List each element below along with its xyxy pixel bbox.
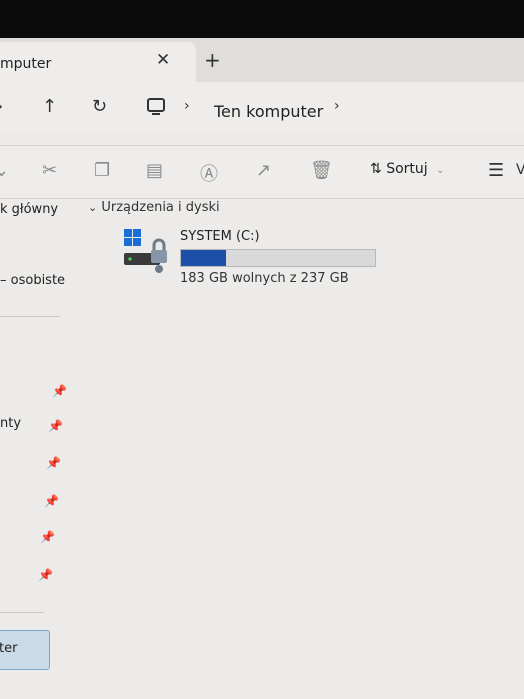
delete-icon[interactable]: 🗑: [310, 160, 333, 181]
sidebar-item-documents[interactable]: nty: [0, 416, 21, 431]
forward-icon[interactable]: ›: [0, 96, 3, 117]
drive-space-text: 183 GB wolnych z 237 GB: [180, 271, 349, 286]
pin-icon: 📌: [38, 568, 53, 582]
navigation-pane: k główny – osobiste 📌 📌 nty 📌 📌 📌 📌 ter: [0, 198, 70, 699]
chevron-down-icon: ⌄: [88, 201, 98, 214]
plus-icon[interactable]: +: [204, 48, 221, 72]
sidebar-selected-label: ter: [0, 641, 18, 656]
copy-icon[interactable]: ❐: [94, 160, 110, 181]
paste-icon[interactable]: ▤: [146, 160, 163, 181]
sort-label: Sortuj: [386, 161, 428, 177]
sort-button[interactable]: ⇅ Sortuj ⌄: [370, 161, 445, 177]
tab-title: mputer: [0, 56, 52, 72]
drive-name: SYSTEM (C:): [180, 229, 260, 244]
chevron-right-icon[interactable]: ›: [334, 98, 340, 114]
content-area: ⌄ Urządzenia i dyski SYSTEM (C:) 183 GB …: [70, 198, 524, 699]
chevron-right-icon[interactable]: ›: [184, 98, 190, 114]
view-more-label[interactable]: V: [516, 162, 524, 178]
file-explorer-window: mputer ✕ + › ↑ ↻ › Ten komputer › ⌄ ✂ ❐ …: [0, 38, 524, 699]
device-bezel: [0, 0, 524, 42]
pin-icon: 📌: [46, 456, 61, 470]
drive-usage-fill: [181, 250, 226, 266]
pin-icon: 📌: [52, 384, 67, 398]
drive-icon: [124, 229, 167, 273]
chevron-down-icon: ⌄: [436, 165, 445, 176]
drive-item[interactable]: SYSTEM (C:) 183 GB wolnych z 237 GB: [122, 223, 382, 293]
view-icon[interactable]: ☰: [488, 160, 504, 181]
sidebar-selected-item[interactable]: ter: [0, 630, 50, 670]
pin-icon: 📌: [40, 530, 55, 544]
new-icon[interactable]: ⌄: [0, 160, 9, 181]
command-bar: ⌄ ✂ ❐ ▤ Ⓐ ↗ 🗑 ⇅ Sortuj ⌄ ☰ V: [0, 145, 524, 199]
close-icon[interactable]: ✕: [156, 50, 170, 70]
sidebar-divider: [0, 612, 44, 613]
refresh-icon[interactable]: ↻: [92, 96, 107, 117]
up-arrow-icon[interactable]: ↑: [42, 96, 57, 117]
breadcrumb-this-pc[interactable]: Ten komputer: [214, 102, 323, 121]
computer-icon[interactable]: [146, 98, 168, 116]
sort-icon: ⇅: [370, 161, 382, 177]
sidebar-item-personal[interactable]: – osobiste: [0, 273, 65, 288]
group-header-label: Urządzenia i dyski: [101, 200, 220, 215]
cut-icon[interactable]: ✂: [42, 160, 57, 181]
share-icon[interactable]: ↗: [256, 160, 271, 181]
sidebar-item-home[interactable]: k główny: [0, 202, 58, 217]
tab-bar: mputer ✕ +: [0, 38, 524, 82]
sidebar-divider: [0, 316, 60, 317]
group-header[interactable]: ⌄ Urządzenia i dyski: [88, 200, 220, 215]
pin-icon: 📌: [48, 419, 63, 433]
rename-icon[interactable]: Ⓐ: [200, 160, 218, 186]
pin-icon: 📌: [44, 494, 59, 508]
navigation-bar: › ↑ ↻ › Ten komputer ›: [0, 82, 524, 134]
tab-this-pc[interactable]: mputer ✕: [0, 42, 196, 82]
drive-usage-bar: [180, 249, 376, 267]
